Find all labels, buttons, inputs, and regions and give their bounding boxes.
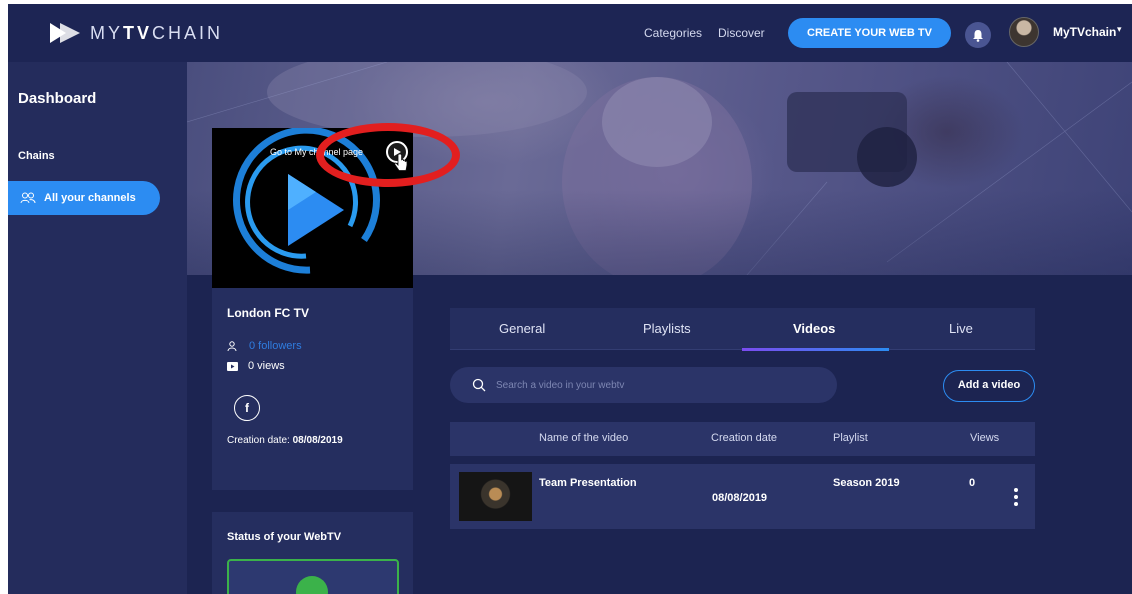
status-indicator-box [227,559,399,594]
column-header-creation-date[interactable]: Creation date [711,432,777,444]
tab-videos[interactable]: Videos [793,321,835,336]
logo-text: MYTVCHAIN [90,22,224,43]
channel-info-card: London FC TV 0 followers 0 views f Creat… [212,288,413,490]
hand-cursor-icon [394,154,408,171]
video-icon [227,361,238,371]
facebook-icon[interactable]: f [234,395,260,421]
active-tab-indicator [742,348,889,351]
video-name[interactable]: Team Presentation [539,477,637,489]
mytvchain-logo[interactable]: MYTVCHAIN [48,20,223,46]
nav-categories-link[interactable]: Categories [644,26,702,40]
video-creation-date: 08/08/2019 [712,492,768,504]
tab-general[interactable]: General [499,321,545,336]
search-icon [472,378,486,392]
table-row[interactable]: Team Presentation 08/08/2019 Season 2019… [450,464,1035,529]
app-window: MYTVCHAIN Categories Discover CREATE YOU… [8,4,1132,594]
sidebar-item-all-channels[interactable]: All your channels [8,181,160,215]
channel-tabs: General Playlists Videos Live [450,308,1035,351]
chevron-down-icon[interactable]: ▾ [1117,24,1122,35]
users-icon [20,192,36,204]
user-icon [227,341,237,351]
search-placeholder: Search a video in your webtv [496,379,625,391]
nav-discover-link[interactable]: Discover [718,26,765,40]
video-views: 0 [969,477,976,489]
tab-live[interactable]: Live [949,321,973,336]
top-bar: MYTVCHAIN Categories Discover CREATE YOU… [8,4,1132,62]
logo-play-icon [50,23,80,43]
creation-date: Creation date: 08/08/2019 [227,435,343,446]
sidebar-section-chains[interactable]: Chains [18,150,55,162]
column-header-playlist[interactable]: Playlist [833,432,868,444]
followers-link[interactable]: 0 followers [249,340,302,352]
tab-playlists[interactable]: Playlists [643,321,691,336]
column-header-views[interactable]: Views [970,432,999,444]
column-header-name[interactable]: Name of the video [539,432,628,444]
add-video-button[interactable]: Add a video [943,370,1035,402]
user-avatar[interactable] [1009,17,1039,47]
views-label: 0 views [248,360,285,372]
status-title: Status of your WebTV [227,531,342,543]
sidebar-title: Dashboard [18,90,97,107]
followers-count: 0 followers [227,340,302,352]
check-icon [296,576,328,594]
user-name[interactable]: MyTVchain [1053,25,1116,39]
more-options-icon[interactable] [1009,488,1023,510]
create-web-tv-button[interactable]: CREATE YOUR WEB TV [788,18,951,48]
notification-bell-icon[interactable] [965,22,991,48]
video-playlist: Season 2019 [833,477,900,489]
go-to-channel-label: Go to My channel page [270,147,364,157]
views-count: 0 views [227,360,285,372]
channel-name: London FC TV [227,306,309,320]
video-thumbnail[interactable] [459,472,532,521]
search-input[interactable]: Search a video in your webtv [450,367,837,403]
channel-thumbnail[interactable]: Go to My channel page [212,128,413,288]
videos-table-header: Name of the video Creation date Playlist… [450,422,1035,456]
sidebar-item-label: All your channels [44,192,136,204]
webtv-status-card: Status of your WebTV [212,512,413,594]
sidebar: Dashboard Chains All your channels [8,62,187,594]
